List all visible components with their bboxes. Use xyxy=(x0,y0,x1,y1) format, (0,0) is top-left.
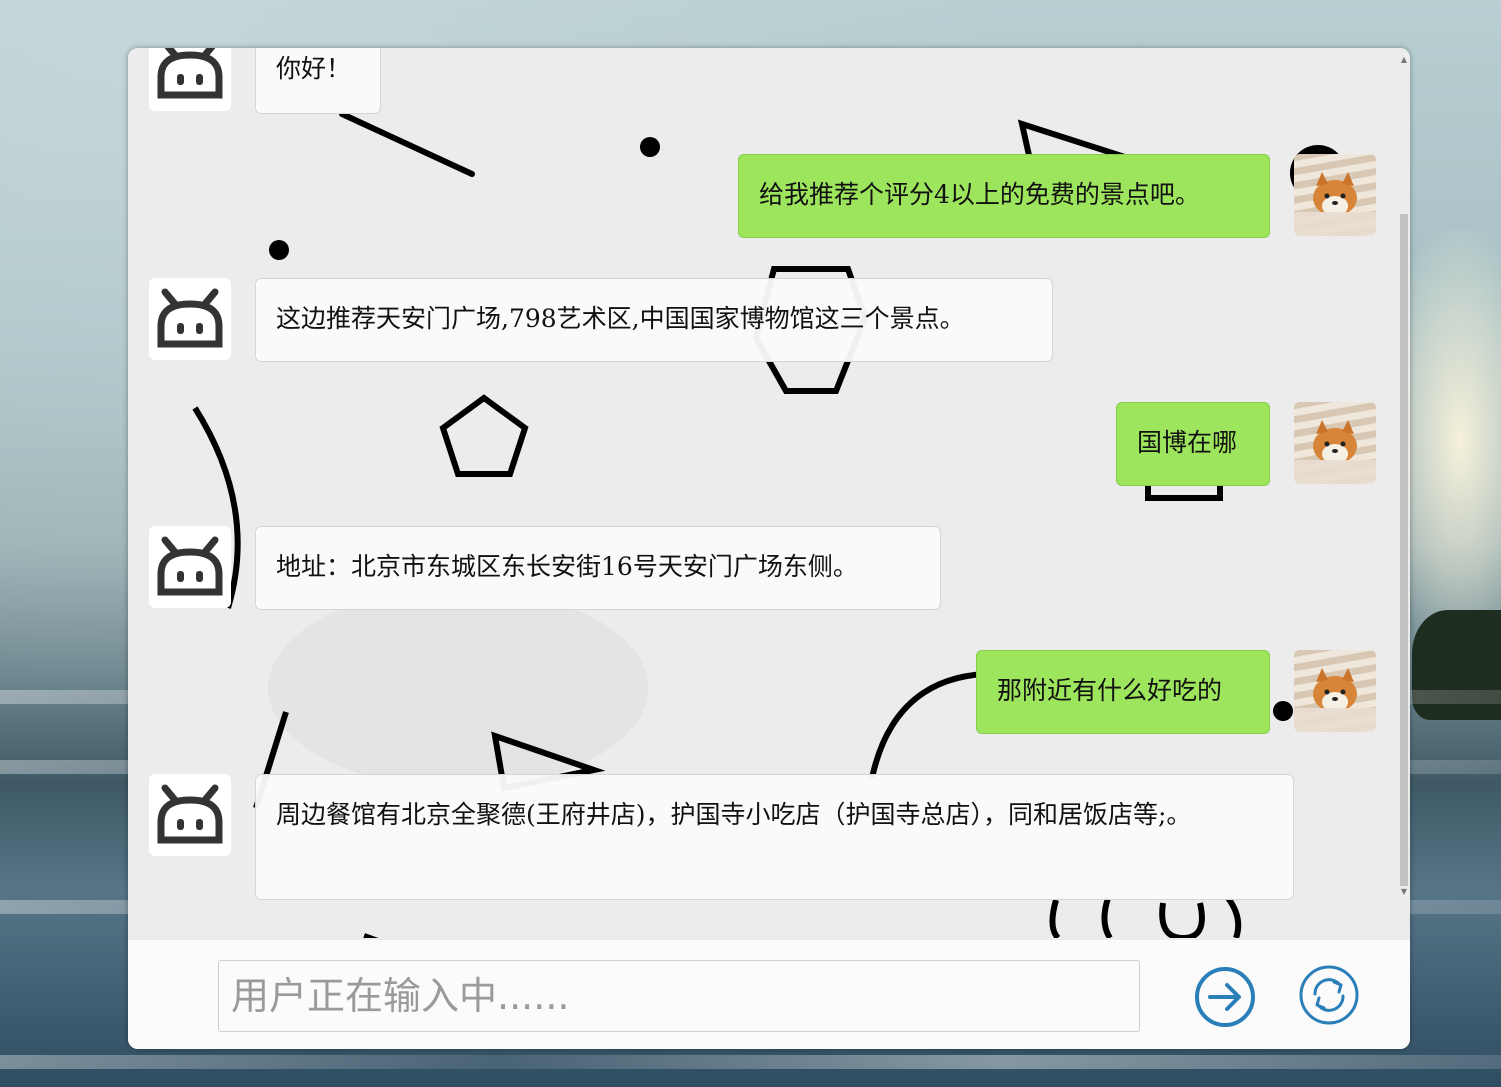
shiba-dog-icon xyxy=(1294,668,1376,732)
bot-message-bubble: 你好！ xyxy=(255,48,381,114)
refresh-circle-icon xyxy=(1299,965,1359,1025)
user-message-bubble: 国博在哪 xyxy=(1116,402,1270,486)
scroll-down-arrow-icon[interactable]: ▼ xyxy=(1400,888,1408,896)
arrow-right-circle-icon xyxy=(1195,967,1255,1027)
chat-scrollbar[interactable]: ▲ ▼ xyxy=(1398,56,1410,896)
scroll-thumb[interactable] xyxy=(1400,214,1408,886)
bot-message-bubble: 地址：北京市东城区东长安街16号天安门广场东侧。 xyxy=(255,526,941,610)
user-message-bubble: 给我推荐个评分4以上的免费的景点吧。 xyxy=(738,154,1270,238)
bot-avatar xyxy=(149,48,231,111)
send-button[interactable] xyxy=(1194,966,1256,1028)
message-list: 你好！ 给我推荐个评分4以上的免费的景点吧。 这边推荐天安门广场,798艺术区,… xyxy=(128,48,1410,938)
user-avatar xyxy=(1294,650,1376,732)
bot-message-bubble: 这边推荐天安门广场,798艺术区,中国国家博物馆这三个景点。 xyxy=(255,278,1053,362)
shiba-dog-icon xyxy=(1294,172,1376,236)
robot-icon xyxy=(157,48,223,99)
user-avatar xyxy=(1294,402,1376,484)
robot-icon xyxy=(157,288,223,348)
bot-message-bubble: 周边餐馆有北京全聚德(王府井店)，护国寺小吃店（护国寺总店），同和居饭店等;。 xyxy=(255,774,1294,900)
wallpaper-wave xyxy=(0,1055,1501,1069)
input-bar: 用户正在输入中...... xyxy=(128,940,1410,1049)
refresh-button[interactable] xyxy=(1298,964,1360,1026)
bot-avatar xyxy=(149,526,231,608)
message-input[interactable]: 用户正在输入中...... xyxy=(218,960,1140,1032)
user-avatar xyxy=(1294,154,1376,236)
chat-window: 你好！ 给我推荐个评分4以上的免费的景点吧。 这边推荐天安门广场,798艺术区,… xyxy=(128,48,1410,1049)
bot-avatar xyxy=(149,278,231,360)
shiba-dog-icon xyxy=(1294,420,1376,484)
bot-avatar xyxy=(149,774,231,856)
robot-icon xyxy=(157,784,223,844)
user-message-bubble: 那附近有什么好吃的 xyxy=(976,650,1270,734)
scroll-up-arrow-icon[interactable]: ▲ xyxy=(1400,56,1408,64)
robot-icon xyxy=(157,536,223,596)
